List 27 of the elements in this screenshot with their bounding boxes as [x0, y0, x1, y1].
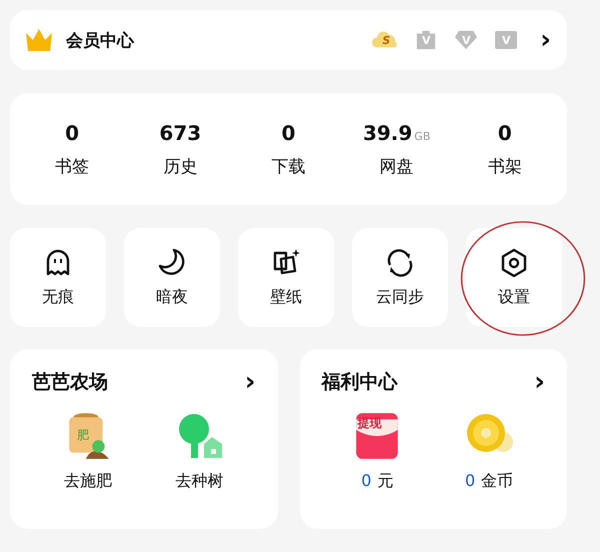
- stat-label[interactable]: 书架: [488, 154, 522, 178]
- item-label[interactable]: 0 元: [361, 471, 394, 492]
- stat-value: 0: [282, 120, 296, 144]
- item-label[interactable]: 0 金币: [464, 471, 514, 492]
- stat-label[interactable]: 历史: [163, 154, 198, 178]
- crown-icon: [24, 27, 54, 53]
- stat-value: 0: [65, 120, 80, 144]
- card-title[interactable]: 芭芭农场: [32, 369, 108, 395]
- stat-value: 0: [498, 120, 512, 144]
- stat-label[interactable]: 网盘: [380, 154, 414, 178]
- chevron-icon: ›: [540, 27, 551, 53]
- item-label[interactable]: 去施肥: [64, 471, 112, 492]
- chevron-icon[interactable]: ›: [244, 369, 256, 395]
- stat-value: 673: [159, 120, 202, 144]
- stat-value: 39.9 GB: [362, 120, 430, 144]
- stat-label[interactable]: 书签: [55, 154, 90, 178]
- shortcut-tile[interactable]: 暗夜: [124, 228, 220, 327]
- stat-label[interactable]: 下载: [271, 154, 306, 178]
- item-label[interactable]: 去种树: [176, 471, 224, 492]
- shortcut-tile[interactable]: 设置: [466, 228, 562, 327]
- shortcut-tile[interactable]: 无痕: [10, 228, 106, 327]
- shortcut-tile[interactable]: 壁纸: [238, 228, 334, 327]
- member-card[interactable]: 会员中心 S V V V ›: [10, 10, 567, 70]
- shortcut-tile[interactable]: 云同步: [352, 228, 448, 327]
- member-title: 会员中心: [66, 30, 136, 52]
- chevron-icon[interactable]: ›: [534, 369, 545, 395]
- card-title[interactable]: 福利中心: [322, 369, 398, 395]
